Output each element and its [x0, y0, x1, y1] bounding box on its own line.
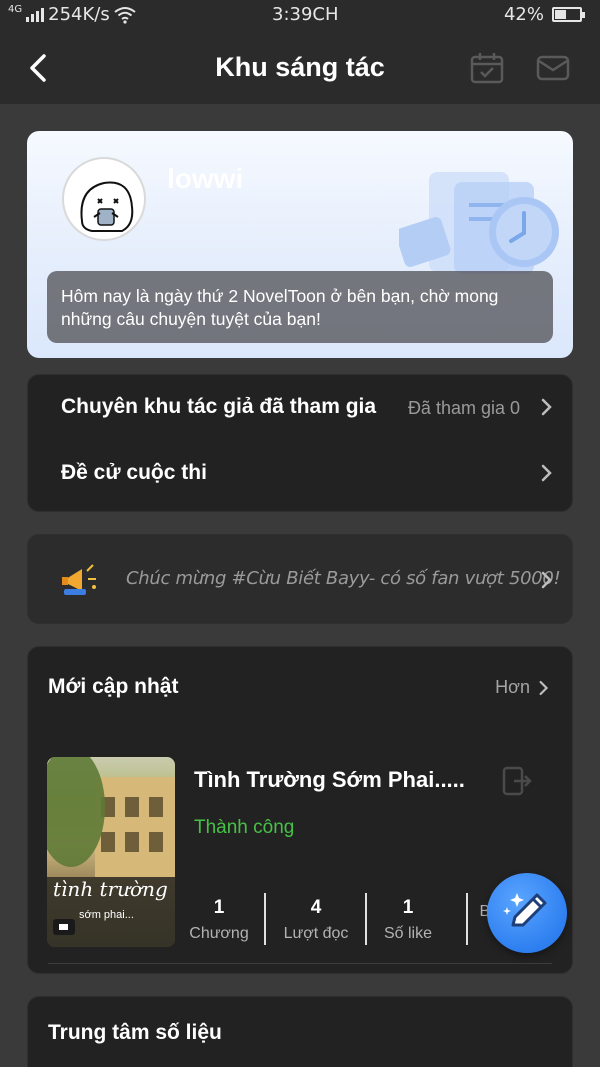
avatar-image — [80, 181, 134, 232]
cover-subtitle: sớm phai... — [79, 909, 134, 921]
stat-label: Lượt đọc — [283, 925, 349, 942]
menu-item-label: Chuyên khu tác giả đã tham gia — [61, 395, 377, 418]
wifi-icon — [114, 6, 136, 24]
announcement-banner[interactable]: Chúc mừng #Cừu Biết Bayy- có số fan vượt… — [27, 534, 573, 624]
book-status: Thành công — [194, 817, 295, 838]
book-title[interactable]: Tình Trường Sớm Phai..... — [194, 767, 465, 793]
stat-reads: 4 Lượt đọc — [268, 897, 364, 943]
stat-value: 1 — [402, 897, 414, 918]
clock-document-illustration — [399, 172, 559, 274]
menu-card: Chuyên khu tác giả đã tham gia Đã tham g… — [27, 374, 573, 512]
stat-label: Chương — [189, 925, 249, 942]
page-title: Khu sáng tác — [215, 52, 385, 82]
stat-divider — [264, 893, 266, 945]
mail-icon[interactable] — [536, 52, 570, 84]
megaphone-icon — [62, 564, 96, 595]
stat-likes: 1 Số like — [360, 897, 456, 943]
chevron-right-icon — [541, 571, 552, 589]
status-bar: 4G 254K/s 3:39CH 42% — [0, 0, 600, 32]
menu-item-contest[interactable]: Đề cử cuộc thi — [28, 441, 572, 507]
stat-label: Số like — [383, 925, 433, 942]
battery-percent: 42% — [503, 4, 544, 25]
status-left: 4G 254K/s — [8, 4, 136, 25]
announcement-text: Chúc mừng #Cừu Biết Bayy- có số fan vượt… — [126, 568, 561, 589]
section-title: Mới cập nhật — [48, 675, 179, 698]
battery-icon — [552, 7, 585, 22]
joined-count: Đã tham gia 0 — [407, 398, 520, 418]
net-speed: 254K/s — [48, 4, 110, 25]
menu-item-label: Đề cử cuộc thi — [61, 461, 207, 484]
divider — [48, 963, 552, 964]
status-time: 3:39CH — [272, 4, 339, 25]
section-title: Trung tâm số liệu — [48, 1021, 222, 1044]
status-right: 42% — [503, 4, 585, 25]
more-label: Hơn — [495, 677, 530, 697]
profile-card[interactable]: lowwi Hôm nay là ngày thứ 2 NovelToon ở … — [27, 131, 573, 358]
stat-chapters: 1 Chương — [171, 897, 267, 943]
data-center-card[interactable]: Trung tâm số liệu — [27, 996, 573, 1067]
cover-title: tình trường — [53, 877, 168, 901]
stat-value: 1 — [213, 897, 225, 918]
chevron-right-icon — [541, 398, 552, 416]
pencil-sparkle-icon — [503, 893, 547, 927]
avatar[interactable] — [62, 157, 146, 241]
write-fab[interactable] — [487, 873, 567, 953]
app-header: Khu sáng tác — [0, 32, 600, 104]
book-cover[interactable]: tình trường sớm phai... — [47, 757, 175, 947]
calendar-check-icon[interactable] — [470, 52, 504, 84]
export-icon[interactable] — [500, 765, 534, 797]
chevron-right-icon — [539, 680, 549, 695]
menu-item-joined-zones[interactable]: Chuyên khu tác giả đã tham gia Đã tham g… — [28, 375, 572, 441]
greeting-message: Hôm nay là ngày thứ 2 NovelToon ở bên bạ… — [47, 271, 553, 343]
stat-value: 4 — [310, 897, 322, 918]
signal-icon — [26, 7, 45, 22]
network-type: 4G — [8, 4, 23, 15]
chevron-right-icon — [541, 464, 552, 482]
more-link[interactable]: Hơn — [495, 677, 550, 698]
username: lowwi — [167, 163, 244, 194]
